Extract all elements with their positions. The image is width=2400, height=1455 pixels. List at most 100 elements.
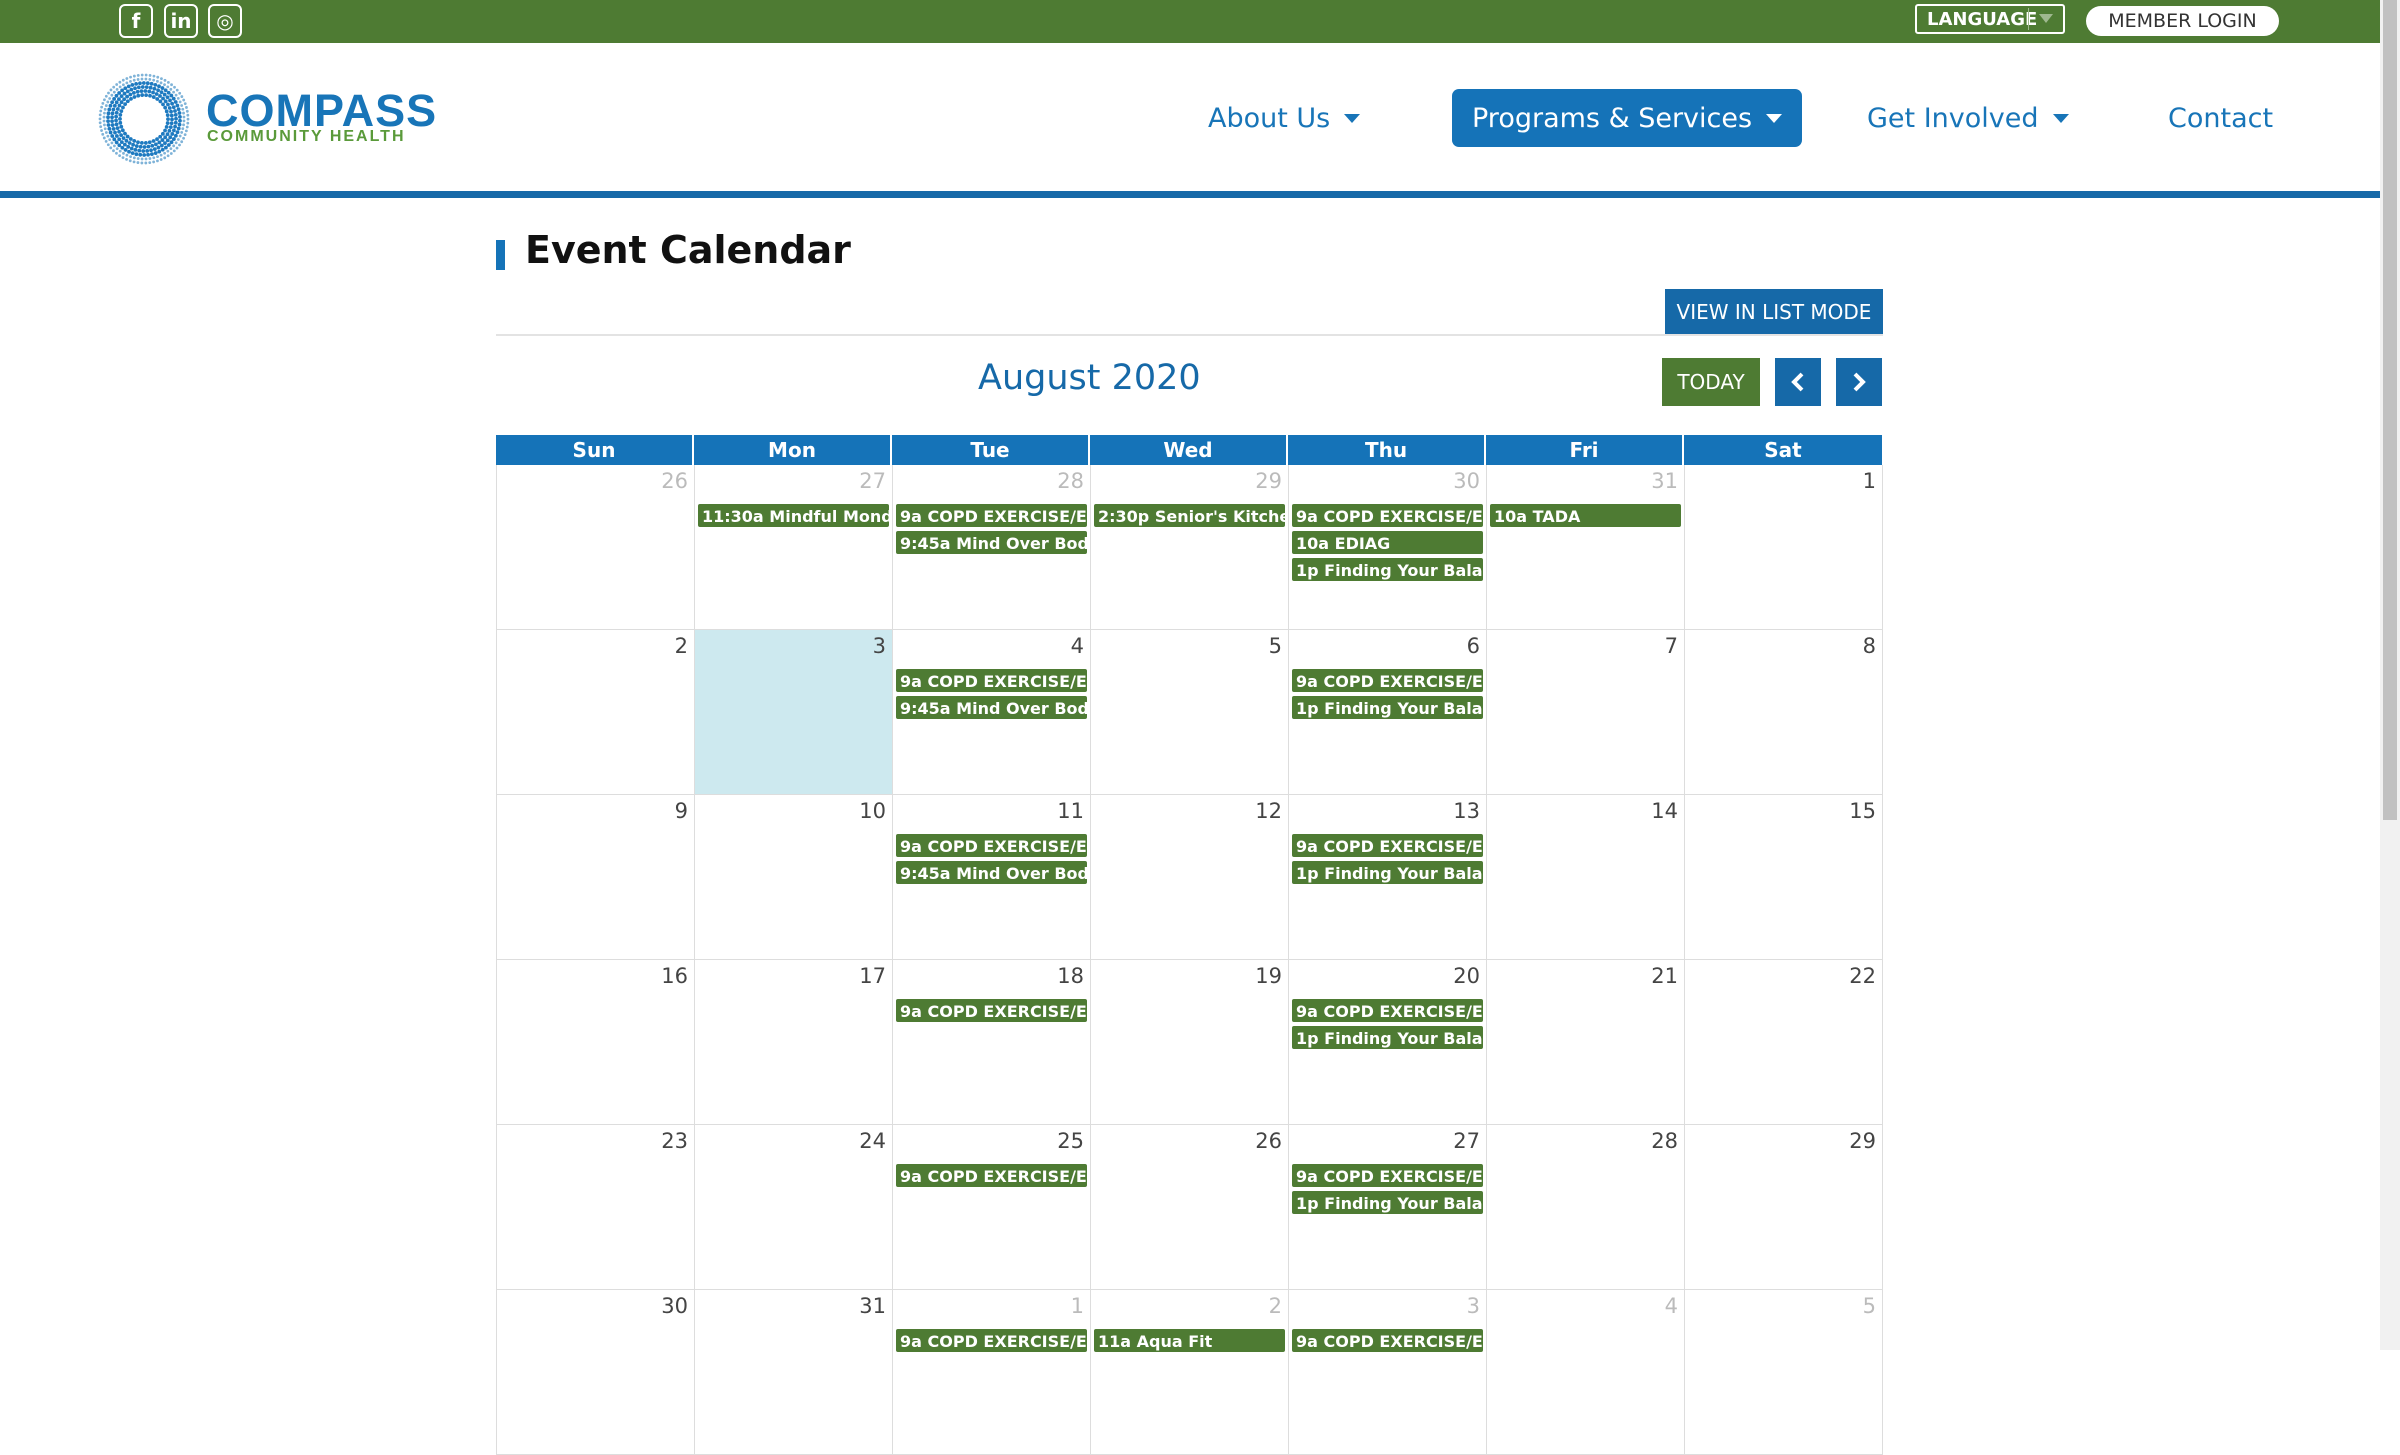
day-number[interactable]: 7 <box>1665 634 1678 658</box>
view-list-mode-button[interactable]: VIEW IN LIST MODE <box>1665 289 1883 334</box>
day-number[interactable]: 28 <box>1651 1129 1678 1153</box>
day-number[interactable]: 27 <box>1453 1129 1480 1153</box>
calendar-event[interactable]: 11:30a Mindful Monda <box>697 503 890 528</box>
calendar-day-cell[interactable]: 6 9a COPD EXERCISE/EDU1p Finding Your Bal… <box>1289 630 1487 795</box>
day-number[interactable]: 29 <box>1849 1129 1876 1153</box>
day-number[interactable]: 27 <box>859 469 886 493</box>
today-button[interactable]: TODAY <box>1662 358 1760 406</box>
day-number[interactable]: 11 <box>1057 799 1084 823</box>
calendar-day-cell[interactable]: 30 <box>497 1290 695 1455</box>
calendar-day-cell[interactable]: 5 <box>1091 630 1289 795</box>
calendar-event[interactable]: 9a COPD EXERCISE/EDU <box>1291 998 1484 1023</box>
calendar-day-cell[interactable]: 10 <box>695 795 893 960</box>
language-select[interactable]: LANGUAGE <box>1915 4 2065 34</box>
calendar-event[interactable]: 10a EDIAG <box>1291 530 1484 555</box>
day-number[interactable]: 16 <box>661 964 688 988</box>
day-number[interactable]: 1 <box>1071 1294 1084 1318</box>
facebook-icon[interactable]: f <box>119 4 153 38</box>
calendar-event[interactable]: 9a COPD EXERCISE/EDU <box>1291 668 1484 693</box>
day-number[interactable]: 10 <box>859 799 886 823</box>
calendar-day-cell[interactable]: 14 <box>1487 795 1685 960</box>
calendar-day-cell[interactable]: 28 9a COPD EXERCISE/EDU9:45a Mind Over Bo… <box>893 465 1091 630</box>
day-number[interactable]: 15 <box>1849 799 1876 823</box>
calendar-day-cell[interactable]: 28 <box>1487 1125 1685 1290</box>
calendar-day-cell[interactable]: 25 9a COPD EXERCISE/EDU <box>893 1125 1091 1290</box>
calendar-day-cell[interactable]: 27 9a COPD EXERCISE/EDU1p Finding Your Ba… <box>1289 1125 1487 1290</box>
linkedin-icon[interactable]: in <box>164 4 198 38</box>
day-number[interactable]: 17 <box>859 964 886 988</box>
calendar-day-cell[interactable]: 3 <box>695 630 893 795</box>
day-number[interactable]: 22 <box>1849 964 1876 988</box>
day-number[interactable]: 2 <box>1269 1294 1282 1318</box>
day-number[interactable]: 21 <box>1651 964 1678 988</box>
calendar-day-cell[interactable]: 4 <box>1487 1290 1685 1455</box>
calendar-day-cell[interactable]: 19 <box>1091 960 1289 1125</box>
day-number[interactable]: 19 <box>1255 964 1282 988</box>
calendar-day-cell[interactable]: 26 <box>497 465 695 630</box>
calendar-event[interactable]: 1p Finding Your Balan <box>1291 1025 1484 1050</box>
page-scrollbar[interactable] <box>2380 0 2400 1350</box>
day-number[interactable]: 5 <box>1863 1294 1876 1318</box>
day-number[interactable]: 29 <box>1255 469 1282 493</box>
calendar-day-cell[interactable]: 1 9a COPD EXERCISE/EDU <box>893 1290 1091 1455</box>
calendar-day-cell[interactable]: 11 9a COPD EXERCISE/EDU9:45a Mind Over Bo… <box>893 795 1091 960</box>
calendar-event[interactable]: 9:45a Mind Over Body <box>895 860 1088 885</box>
day-number[interactable]: 6 <box>1467 634 1480 658</box>
day-number[interactable]: 4 <box>1071 634 1084 658</box>
calendar-day-cell[interactable]: 3 9a COPD EXERCISE/EDU <box>1289 1290 1487 1455</box>
day-number[interactable]: 3 <box>873 634 886 658</box>
instagram-icon[interactable]: ◎ <box>208 4 242 38</box>
calendar-event[interactable]: 9a COPD EXERCISE/EDU <box>1291 1163 1484 1188</box>
calendar-day-cell[interactable]: 27 11:30a Mindful Monda <box>695 465 893 630</box>
calendar-event[interactable]: 1p Finding Your Balan <box>1291 695 1484 720</box>
calendar-day-cell[interactable]: 16 <box>497 960 695 1125</box>
calendar-event[interactable]: 9a COPD EXERCISE/EDU <box>895 998 1088 1023</box>
calendar-event[interactable]: 11a Aqua Fit <box>1093 1328 1286 1353</box>
day-number[interactable]: 31 <box>859 1294 886 1318</box>
calendar-event[interactable]: 9a COPD EXERCISE/EDU <box>1291 1328 1484 1353</box>
day-number[interactable]: 20 <box>1453 964 1480 988</box>
calendar-event[interactable]: 9a COPD EXERCISE/EDU <box>895 1163 1088 1188</box>
calendar-day-cell[interactable]: 21 <box>1487 960 1685 1125</box>
calendar-day-cell[interactable]: 29 <box>1685 1125 1883 1290</box>
day-number[interactable]: 28 <box>1057 469 1084 493</box>
calendar-event[interactable]: 1p Finding Your Balan <box>1291 860 1484 885</box>
scrollbar-thumb[interactable] <box>2383 0 2397 820</box>
calendar-event[interactable]: 9:45a Mind Over Body <box>895 530 1088 555</box>
day-number[interactable]: 12 <box>1255 799 1282 823</box>
day-number[interactable]: 2 <box>675 634 688 658</box>
day-number[interactable]: 31 <box>1651 469 1678 493</box>
calendar-day-cell[interactable]: 8 <box>1685 630 1883 795</box>
nav-item-about-us[interactable]: About Us <box>1208 89 1361 147</box>
calendar-day-cell[interactable]: 24 <box>695 1125 893 1290</box>
calendar-day-cell[interactable]: 29 2:30p Senior's Kitchen <box>1091 465 1289 630</box>
next-month-button[interactable] <box>1836 358 1882 406</box>
day-number[interactable]: 1 <box>1863 469 1876 493</box>
calendar-day-cell[interactable]: 18 9a COPD EXERCISE/EDU <box>893 960 1091 1125</box>
day-number[interactable]: 25 <box>1057 1129 1084 1153</box>
member-login-button[interactable]: MEMBER LOGIN <box>2086 6 2279 36</box>
calendar-day-cell[interactable]: 26 <box>1091 1125 1289 1290</box>
nav-item-contact[interactable]: Contact <box>2168 89 2273 147</box>
calendar-event[interactable]: 9a COPD EXERCISE/EDU <box>895 668 1088 693</box>
calendar-day-cell[interactable]: 20 9a COPD EXERCISE/EDU1p Finding Your Ba… <box>1289 960 1487 1125</box>
calendar-day-cell[interactable]: 12 <box>1091 795 1289 960</box>
calendar-event[interactable]: 9:45a Mind Over Body <box>895 695 1088 720</box>
calendar-event[interactable]: 9a COPD EXERCISE/EDU <box>1291 503 1484 528</box>
day-number[interactable]: 5 <box>1269 634 1282 658</box>
calendar-day-cell[interactable]: 13 9a COPD EXERCISE/EDU1p Finding Your Ba… <box>1289 795 1487 960</box>
calendar-day-cell[interactable]: 7 <box>1487 630 1685 795</box>
calendar-day-cell[interactable]: 30 9a COPD EXERCISE/EDU10a EDIAG1p Findin… <box>1289 465 1487 630</box>
day-number[interactable]: 24 <box>859 1129 886 1153</box>
calendar-day-cell[interactable]: 31 10a TADA <box>1487 465 1685 630</box>
nav-item-programs-services[interactable]: Programs & Services <box>1452 89 1803 147</box>
day-number[interactable]: 23 <box>661 1129 688 1153</box>
calendar-day-cell[interactable]: 2 <box>497 630 695 795</box>
day-number[interactable]: 8 <box>1863 634 1876 658</box>
calendar-day-cell[interactable]: 4 9a COPD EXERCISE/EDU9:45a Mind Over Bod… <box>893 630 1091 795</box>
calendar-event[interactable]: 9a COPD EXERCISE/EDU <box>895 833 1088 858</box>
day-number[interactable]: 18 <box>1057 964 1084 988</box>
day-number[interactable]: 30 <box>661 1294 688 1318</box>
calendar-day-cell[interactable]: 5 <box>1685 1290 1883 1455</box>
day-number[interactable]: 14 <box>1651 799 1678 823</box>
